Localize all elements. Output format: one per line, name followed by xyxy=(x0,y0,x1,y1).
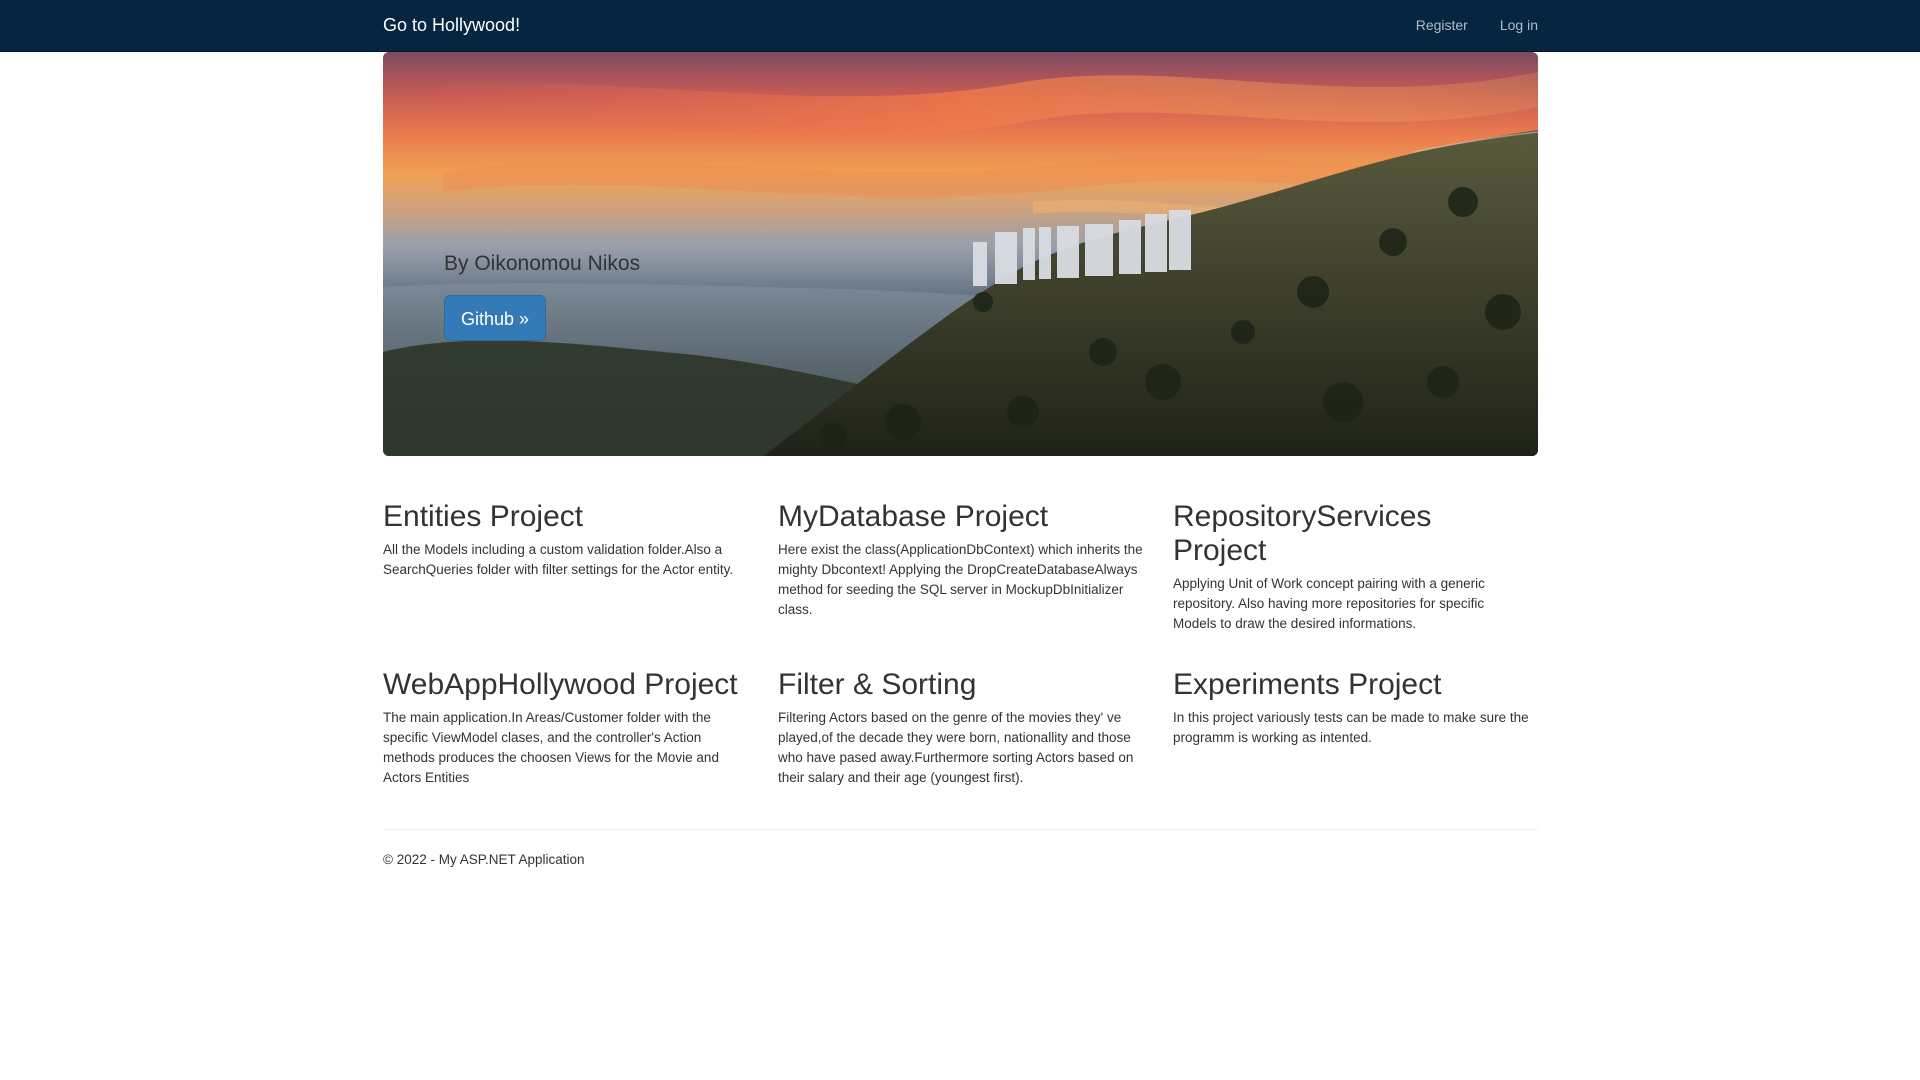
login-link[interactable]: Log in xyxy=(1500,17,1538,33)
project-title: Experiments Project xyxy=(1173,668,1442,701)
top-navbar: Go to Hollywood! Register Log in xyxy=(0,0,1920,52)
project-title: Entities Project xyxy=(383,500,584,533)
project-description: The main application.In Areas/Customer f… xyxy=(383,710,719,785)
project-card-experiments: Experiments Project In this project vari… xyxy=(1173,668,1541,748)
project-description: Filtering Actors based on the genre of t… xyxy=(778,710,1134,785)
project-description: Here exist the class(ApplicationDbContex… xyxy=(778,542,1143,617)
project-description: Applying Unit of Work concept pairing wi… xyxy=(1173,576,1485,631)
hero-subtitle: By Oikonomou Nikos xyxy=(444,252,641,275)
project-title: Filter & Sorting xyxy=(778,668,977,701)
brand-link[interactable]: Go to Hollywood! xyxy=(383,15,520,36)
footer-copyright: © 2022 - My ASP.NET Application xyxy=(383,852,585,867)
project-description: In this project variously tests can be m… xyxy=(1173,710,1529,745)
project-card-entities: Entities Project All the Models includin… xyxy=(383,500,751,580)
project-card-webapphollywood: WebAppHollywood Project The main applica… xyxy=(383,668,751,788)
project-title: RepositoryServices Project xyxy=(1173,500,1432,567)
project-card-repositoryservices: RepositoryServices Project Applying Unit… xyxy=(1173,500,1513,634)
github-button[interactable]: Github » xyxy=(444,295,547,341)
project-title: WebAppHollywood Project xyxy=(383,668,738,701)
project-card-mydatabase: MyDatabase Project Here exist the class(… xyxy=(778,500,1146,620)
project-description: All the Models including a custom valida… xyxy=(383,542,734,577)
register-link[interactable]: Register xyxy=(1416,17,1468,33)
project-card-filter-sorting: Filter & Sorting Filtering Actors based … xyxy=(778,668,1146,788)
footer-divider xyxy=(383,829,1538,830)
hero-jumbotron: By Oikonomou Nikos Github » xyxy=(383,52,1538,456)
project-title: MyDatabase Project xyxy=(778,500,1049,533)
nav-account-links: Register Log in xyxy=(1416,17,1538,33)
